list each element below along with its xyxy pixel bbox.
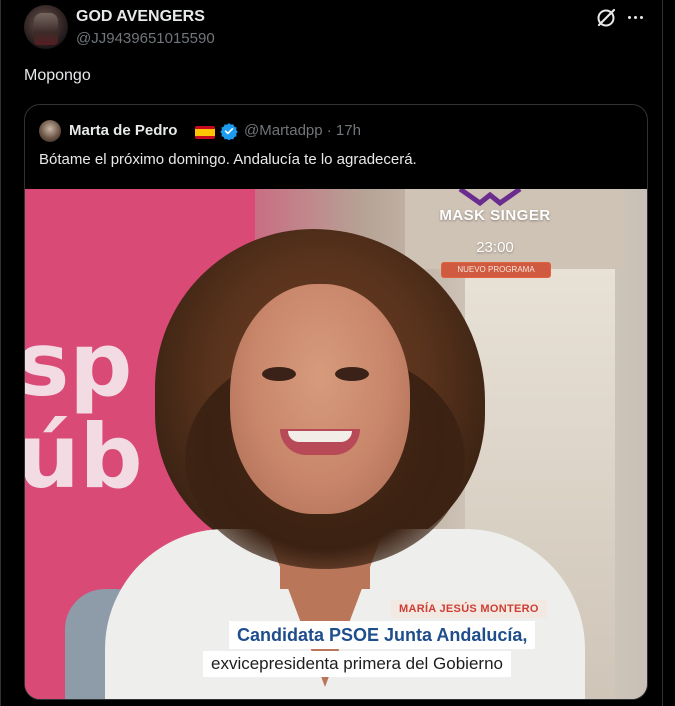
caption-line1: Candidata PSOE Junta Andalucía, [229, 621, 536, 649]
quoted-media-image[interactable]: sp úb MASK SINGER 23:00 NUEVO PROGRAMA M… [25, 189, 647, 699]
timeline-border-left [0, 0, 1, 706]
background-letters: sp úb [25, 313, 143, 508]
show-badge: NUEVO PROGRAMA [441, 262, 551, 278]
quoted-tweet[interactable]: Marta de Pedro @Martadpp · 17h Bótame el… [24, 104, 648, 700]
person-eye-right [335, 367, 369, 381]
person-eye-left [262, 367, 296, 381]
show-title: MASK SINGER [439, 207, 551, 224]
more-icon[interactable] [624, 8, 646, 26]
caption-line2: exvicepresidenta primera del Gobierno [203, 651, 511, 677]
show-time: 23:00 [476, 239, 514, 256]
quoted-tweet-text: Bótame el próximo domingo. Andalucía te … [39, 151, 417, 168]
quoted-author-avatar[interactable] [39, 120, 61, 142]
caption-name: MARÍA JESÚS MONTERO [391, 600, 547, 618]
quoted-author-handle[interactable]: @Martadpp · 17h [244, 122, 361, 139]
verified-icon [220, 123, 238, 140]
author-name[interactable]: GOD AVENGERS [76, 8, 205, 26]
author-avatar[interactable] [24, 5, 68, 49]
spain-flag-icon [195, 126, 215, 139]
tweet-text: Mopongo [24, 67, 91, 84]
quoted-author-name[interactable]: Marta de Pedro [69, 122, 177, 139]
person-face [230, 284, 410, 514]
author-handle[interactable]: @JJ9439651015590 [76, 30, 215, 47]
scroll-gutter [663, 0, 675, 706]
grok-icon[interactable] [594, 6, 618, 30]
